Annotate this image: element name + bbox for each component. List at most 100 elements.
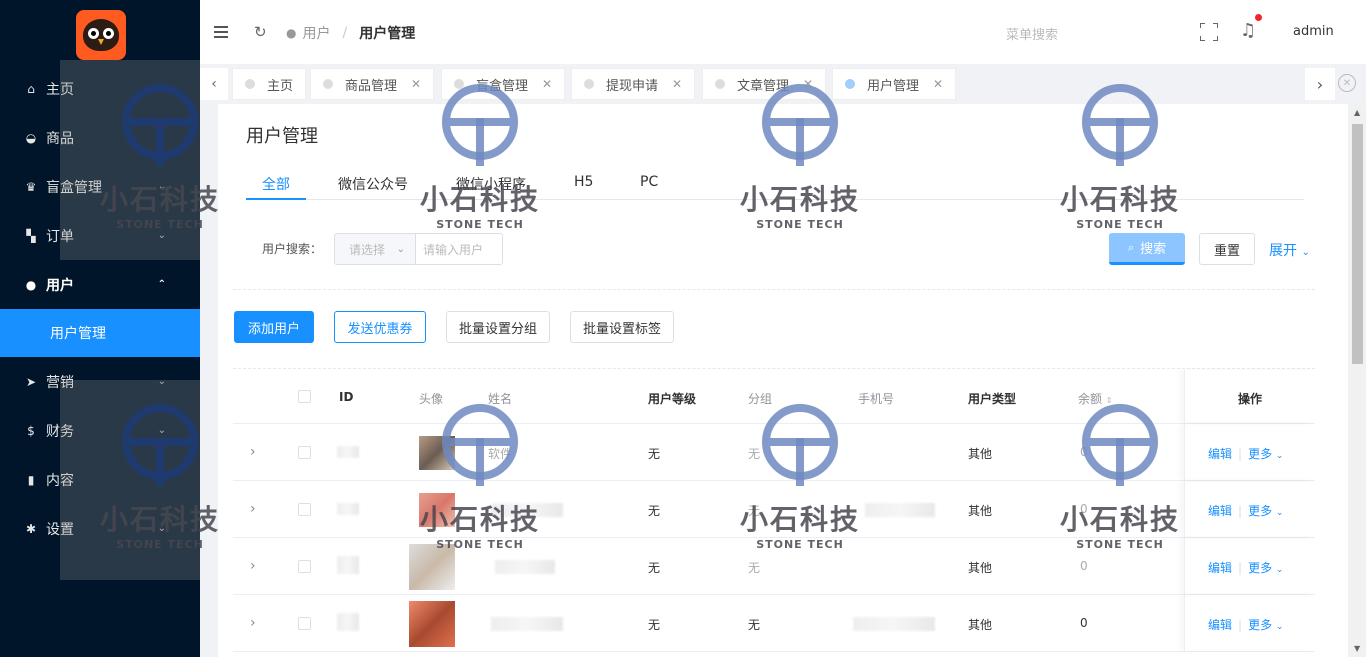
page-title: 用户管理 (246, 126, 318, 147)
cell-level: 无 (648, 504, 661, 518)
close-icon[interactable]: ✕ (411, 77, 421, 91)
menu-search-input[interactable]: 菜单搜索 (1006, 24, 1058, 43)
sidebar-item-label: 商品 (46, 130, 74, 147)
user-menu[interactable]: admin (1293, 24, 1334, 39)
tab-home[interactable]: 主页 (232, 68, 307, 100)
sidebar-item-settings[interactable]: ✱ 设置 ⌄ (0, 504, 200, 553)
search-button[interactable]: ⌕ 搜索 (1109, 233, 1185, 265)
tabs-scroll-left-icon[interactable]: ‹ (200, 68, 228, 100)
sidebar-item-products[interactable]: ◒ 商品 ⌄ (0, 113, 200, 162)
sidebar-item-blindbox[interactable]: ♛ 盲盒管理 ⌄ (0, 162, 200, 211)
trophy-icon: ♛ (25, 179, 37, 194)
sidebar-item-marketing[interactable]: ➤ 营销 ⌄ (0, 357, 200, 406)
expand-filters-link[interactable]: 展开 ⌄ (1269, 240, 1310, 260)
tab-dot (584, 79, 594, 89)
tab-blindbox-management[interactable]: 盲盒管理 ✕ (441, 68, 566, 100)
sort-icon[interactable]: ⇕ (1106, 396, 1113, 405)
tabs-scroll-right-icon[interactable]: › (1305, 68, 1335, 100)
cell-level: 无 (648, 447, 661, 461)
reset-button[interactable]: 重置 (1199, 233, 1255, 265)
scroll-up-icon[interactable]: ▲ (1354, 108, 1360, 117)
add-user-button[interactable]: 添加用户 (234, 311, 314, 343)
sidebar-item-users[interactable]: ● 用户 ⌃ (0, 260, 200, 309)
cell-group: 无 (748, 561, 761, 575)
tab-h5[interactable]: H5 (574, 174, 593, 190)
sidebar-item-label: 用户 (46, 277, 74, 294)
chevron-down-icon: ⌄ (1275, 565, 1284, 575)
send-coupon-button[interactable]: 发送优惠券 (334, 311, 426, 343)
col-ops: 操作 (1238, 392, 1263, 406)
tab-wechat-miniprogram[interactable]: 微信小程序 (456, 174, 526, 194)
close-icon[interactable]: ✕ (672, 77, 682, 91)
sidebar-subitem-user-management[interactable]: 用户管理 (0, 309, 200, 357)
breadcrumb-parent[interactable]: 用户 (302, 23, 330, 43)
tab-all[interactable]: 全部 (262, 174, 290, 194)
vertical-scrollbar[interactable]: ▲ ▼ (1349, 104, 1366, 657)
id-blurred (337, 556, 359, 574)
phone-blurred (865, 503, 935, 517)
chevron-down-icon: ⌄ (1275, 508, 1284, 518)
bell-icon[interactable]: ♫ (1240, 14, 1263, 41)
col-balance-label: 余额 (1078, 392, 1103, 406)
fullscreen-icon[interactable] (1200, 23, 1218, 41)
batch-tag-button[interactable]: 批量设置标签 (570, 311, 674, 343)
user-icon: ● (286, 26, 297, 40)
row-checkbox[interactable] (298, 446, 311, 459)
scrollbar-thumb[interactable] (1352, 124, 1363, 364)
tab-withdraw-requests[interactable]: 提现申请 ✕ (571, 68, 696, 100)
tab-pc[interactable]: PC (640, 174, 658, 190)
close-icon[interactable]: ✕ (933, 77, 943, 91)
row-checkbox[interactable] (298, 560, 311, 573)
select-all-checkbox[interactable] (298, 390, 311, 403)
tab-product-management[interactable]: 商品管理 ✕ (310, 68, 435, 100)
batch-group-button[interactable]: 批量设置分组 (446, 311, 550, 343)
search-type-select[interactable]: 请选择 ⌄ (334, 233, 416, 265)
sidebar-item-orders[interactable]: ▚ 订单 ⌄ (0, 211, 200, 260)
chevron-down-icon: ⌄ (396, 243, 405, 255)
tab-user-management[interactable]: 用户管理 ✕ (832, 68, 957, 100)
divider (233, 368, 1315, 369)
more-link[interactable]: 更多 (1248, 504, 1272, 518)
id-blurred (337, 446, 359, 458)
sidebar-item-label: 盲盒管理 (46, 179, 102, 196)
tab-dot (454, 79, 464, 89)
row-checkbox[interactable] (298, 617, 311, 630)
logo[interactable] (76, 10, 126, 60)
tab-wechat-official[interactable]: 微信公众号 (338, 174, 408, 194)
id-blurred (337, 503, 359, 515)
close-icon[interactable]: ✕ (803, 77, 813, 91)
name-blurred (491, 503, 563, 517)
sidebar-item-home[interactable]: ⌂ 主页 (0, 64, 200, 113)
tab-article-management[interactable]: 文章管理 ✕ (702, 68, 827, 100)
menu-toggle-icon[interactable] (214, 26, 228, 38)
sidebar-item-finance[interactable]: $ 财务 ⌄ (0, 406, 200, 455)
avatar (409, 601, 455, 647)
name-blurred (495, 560, 555, 574)
edit-link[interactable]: 编辑 (1208, 561, 1232, 575)
expand-row-icon[interactable]: › (250, 615, 256, 631)
edit-link[interactable]: 编辑 (1208, 618, 1232, 632)
expand-row-icon[interactable]: › (250, 501, 256, 517)
expand-row-icon[interactable]: › (250, 444, 256, 460)
user-icon: ● (25, 277, 37, 292)
row-checkbox[interactable] (298, 503, 311, 516)
edit-link[interactable]: 编辑 (1208, 447, 1232, 461)
cell-level: 无 (648, 561, 661, 575)
expand-row-icon[interactable]: › (250, 558, 256, 574)
scroll-down-icon[interactable]: ▼ (1354, 644, 1360, 653)
notification-dot (1255, 14, 1263, 21)
basket-icon: ◒ (25, 130, 37, 145)
user-search-input[interactable]: 请输入用户 (415, 233, 503, 265)
col-balance[interactable]: 余额 ⇕ (1078, 390, 1113, 407)
refresh-icon[interactable]: ↻ (254, 23, 267, 41)
cell-balance: 0 (1080, 559, 1088, 573)
close-icon[interactable]: ✕ (542, 77, 552, 91)
more-link[interactable]: 更多 (1248, 618, 1272, 632)
sidebar-item-label: 内容 (46, 472, 74, 489)
edit-link[interactable]: 编辑 (1208, 504, 1232, 518)
more-link[interactable]: 更多 (1248, 447, 1272, 461)
sidebar-item-content[interactable]: ▮ 内容 ⌄ (0, 455, 200, 504)
more-link[interactable]: 更多 (1248, 561, 1272, 575)
close-all-tabs-icon[interactable]: ✕ (1338, 74, 1356, 92)
col-avatar: 头像 (419, 392, 444, 406)
